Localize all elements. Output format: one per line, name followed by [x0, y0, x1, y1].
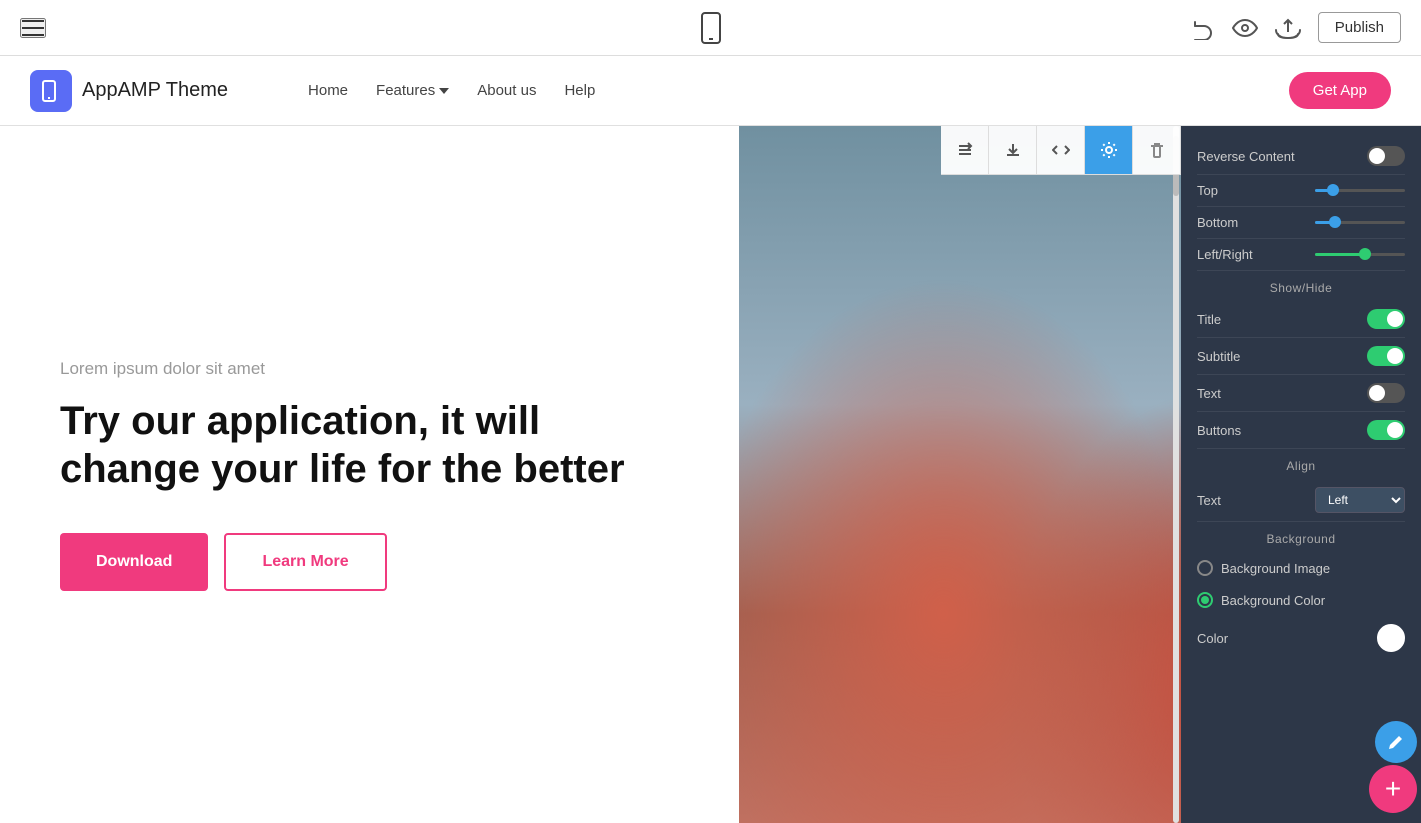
- mobile-preview-button[interactable]: [699, 12, 723, 44]
- add-icon: +: [1385, 775, 1401, 803]
- toolbar-right: Publish: [1192, 12, 1401, 43]
- reorder-button[interactable]: [941, 126, 989, 174]
- bottom-row: Bottom: [1197, 207, 1405, 239]
- buttons-toggle[interactable]: [1367, 420, 1405, 440]
- title-toggle[interactable]: [1367, 309, 1405, 329]
- align-section-label: Align: [1197, 449, 1405, 479]
- toolbar-left: [20, 18, 46, 38]
- preview-button[interactable]: [1232, 16, 1258, 40]
- add-fab-button[interactable]: +: [1369, 765, 1417, 813]
- settings-button[interactable]: [1085, 126, 1133, 174]
- hero-title: Try our application, it will change your…: [60, 397, 679, 493]
- hero-left: Lorem ipsum dolor sit amet Try our appli…: [0, 126, 739, 823]
- text-label: Text: [1197, 386, 1221, 401]
- reverse-content-label: Reverse Content: [1197, 149, 1295, 164]
- reverse-content-toggle[interactable]: [1367, 146, 1405, 166]
- download-panel-button[interactable]: [989, 126, 1037, 174]
- buttons-row: Buttons: [1197, 412, 1405, 449]
- bottom-label: Bottom: [1197, 215, 1238, 230]
- code-button[interactable]: [1037, 126, 1085, 174]
- bg-image-label: Background Image: [1221, 561, 1330, 576]
- left-right-slider[interactable]: [1315, 253, 1405, 256]
- bg-image-radio[interactable]: [1197, 560, 1213, 576]
- subtitle-row: Subtitle: [1197, 338, 1405, 375]
- background-section-label: Background: [1197, 522, 1405, 552]
- color-label: Color: [1197, 631, 1228, 646]
- bottom-slider[interactable]: [1315, 221, 1405, 224]
- toolbar-center: [699, 12, 723, 44]
- left-right-row: Left/Right: [1197, 239, 1405, 271]
- nav-features[interactable]: Features: [376, 82, 449, 99]
- publish-label: Publish: [1335, 19, 1384, 36]
- brand-icon: [30, 70, 72, 112]
- menu-button[interactable]: [20, 18, 46, 38]
- left-right-label: Left/Right: [1197, 247, 1253, 262]
- edit-fab-button[interactable]: [1375, 721, 1417, 763]
- subtitle-label: Subtitle: [1197, 349, 1240, 364]
- bg-color-row: Background Color: [1197, 584, 1405, 616]
- nav-brand: AppAMP Theme: [30, 70, 228, 112]
- text-align-label: Text: [1197, 493, 1221, 508]
- color-row: Color: [1197, 616, 1405, 660]
- text-align-row: Text Left Center Right: [1197, 479, 1405, 522]
- download-button[interactable]: Download: [60, 533, 208, 591]
- nav-home[interactable]: Home: [308, 82, 348, 99]
- text-row: Text: [1197, 375, 1405, 412]
- color-swatch[interactable]: [1377, 624, 1405, 652]
- buttons-label: Buttons: [1197, 423, 1241, 438]
- bg-color-label: Background Color: [1221, 593, 1325, 608]
- upload-publish-icon[interactable]: [1274, 16, 1302, 40]
- settings-panel: Reverse Content Top Bottom: [1181, 126, 1421, 823]
- top-toolbar: Publish: [0, 0, 1421, 56]
- panel-scrollbar: [1173, 126, 1179, 823]
- bg-color-radio[interactable]: [1197, 592, 1213, 608]
- title-row: Title: [1197, 301, 1405, 338]
- publish-button[interactable]: Publish: [1318, 12, 1401, 43]
- brand-name: AppAMP Theme: [82, 79, 228, 102]
- bg-image-row: Background Image: [1197, 552, 1405, 584]
- delete-button[interactable]: [1133, 126, 1181, 174]
- main-area: Lorem ipsum dolor sit amet Try our appli…: [0, 126, 1421, 823]
- nav-links: Home Features About us Help: [308, 82, 595, 99]
- hero-subtitle: Lorem ipsum dolor sit amet: [60, 359, 679, 379]
- show-hide-section-label: Show/Hide: [1197, 271, 1405, 301]
- learn-more-button[interactable]: Learn More: [224, 533, 386, 591]
- title-label: Title: [1197, 312, 1221, 327]
- subtitle-toggle[interactable]: [1367, 346, 1405, 366]
- top-label: Top: [1197, 183, 1218, 198]
- nav-about[interactable]: About us: [477, 82, 536, 99]
- nav-cta-button[interactable]: Get App: [1289, 72, 1391, 109]
- hero-buttons: Download Learn More: [60, 533, 679, 591]
- nav-help[interactable]: Help: [564, 82, 595, 99]
- undo-button[interactable]: [1192, 16, 1216, 40]
- text-toggle[interactable]: [1367, 383, 1405, 403]
- text-align-select[interactable]: Left Center Right: [1315, 487, 1405, 513]
- top-slider[interactable]: [1315, 189, 1405, 192]
- top-row: Top: [1197, 175, 1405, 207]
- reverse-content-row: Reverse Content: [1197, 138, 1405, 175]
- navbar: AppAMP Theme Home Features About us Help…: [0, 56, 1421, 126]
- panel-toolbar: [941, 126, 1181, 175]
